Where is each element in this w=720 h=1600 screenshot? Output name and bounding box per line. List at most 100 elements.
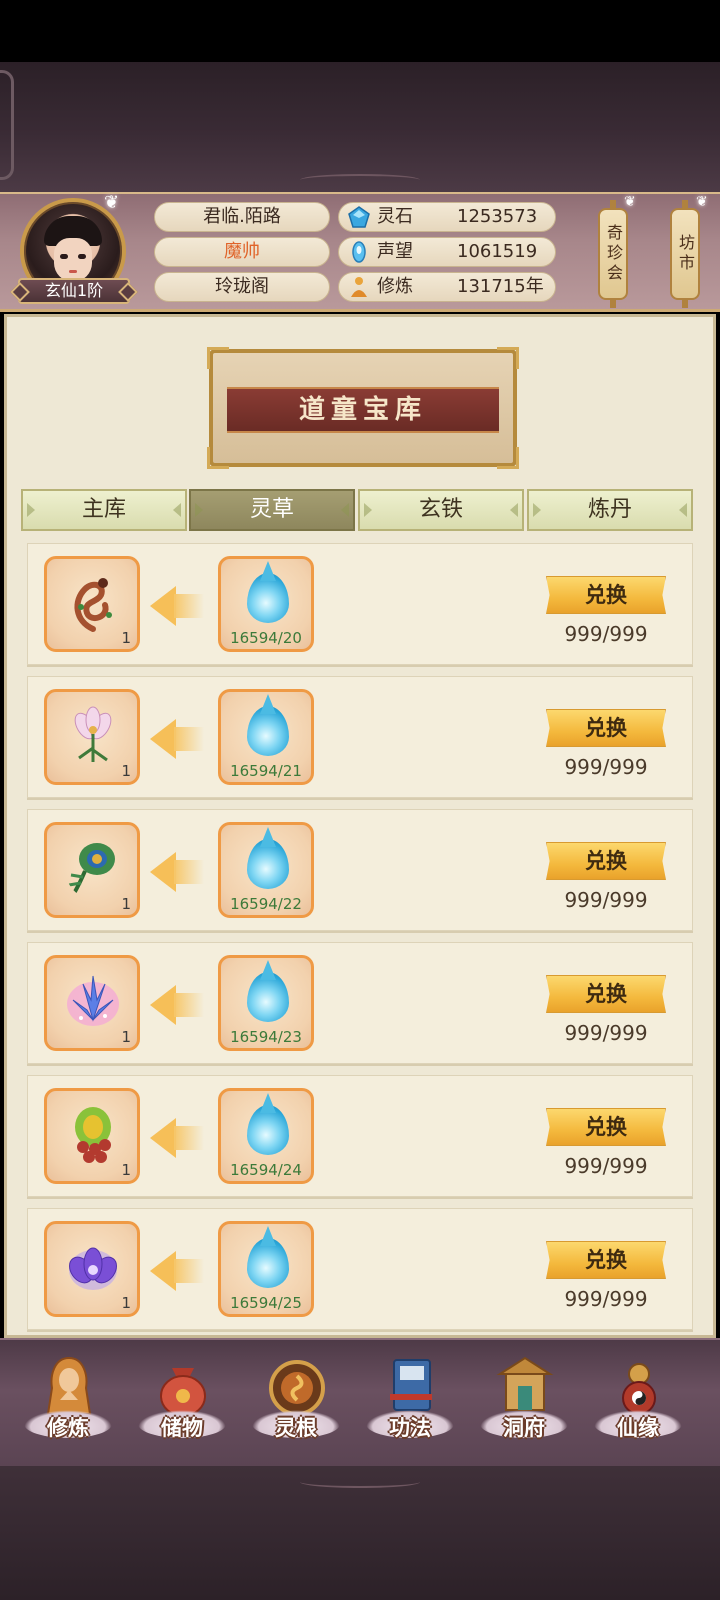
exchange-button[interactable]: 兑换 [546, 576, 666, 614]
player-name: 君临.陌路 [154, 202, 330, 232]
stock-count: 999/999 [564, 888, 648, 912]
tab-main[interactable]: 主库 [21, 489, 187, 531]
tab-alchemy[interactable]: 炼丹 [527, 489, 693, 531]
top-ornament [300, 174, 420, 186]
stock-count: 999/999 [564, 1287, 648, 1311]
nav-label: 洞府 [503, 1416, 545, 1440]
spirit-stone-icon [348, 206, 370, 228]
exchange-arrow-icon [150, 852, 206, 892]
spirit-dew-icon [247, 1105, 289, 1155]
plaque-corner [497, 447, 519, 469]
stock-count: 999/999 [564, 1021, 648, 1045]
cost-slot[interactable]: 16594/21 [218, 689, 314, 785]
nav-label: 储物 [161, 1416, 203, 1440]
tab-iron[interactable]: 玄铁 [358, 489, 524, 531]
plaque-corner [497, 347, 519, 369]
purple-lotus-icon [69, 1247, 117, 1290]
exchange-button[interactable]: 兑换 [546, 1241, 666, 1279]
stock-count: 999/999 [564, 755, 648, 779]
resource-value: 1061519 [457, 241, 538, 262]
reward-slot[interactable]: 1 [44, 1221, 140, 1317]
stock-count: 999/999 [564, 1154, 648, 1178]
peacock-feather-herb-icon [68, 843, 115, 897]
list-item: 1 16594/23 兑换 999/999 [27, 942, 693, 1064]
avatar-eye [78, 254, 86, 259]
exchange-arrow-icon [150, 719, 206, 759]
nav-label: 灵根 [275, 1416, 317, 1440]
market-button[interactable]: 坊市 [670, 200, 700, 308]
crystal-flower-icon [67, 975, 119, 1026]
list-item: 1 16594/21 兑换 999/999 [27, 676, 693, 798]
item-count: 1 [121, 1028, 131, 1046]
exchange-button[interactable]: 兑换 [546, 709, 666, 747]
cost-slot[interactable]: 16594/22 [218, 822, 314, 918]
cost-slot[interactable]: 16594/24 [218, 1088, 314, 1184]
item-count: 1 [121, 629, 131, 647]
panel-title: 道童宝库 [227, 387, 499, 433]
reward-slot[interactable]: 1 [44, 822, 140, 918]
cost-value: 16594/24 [230, 1161, 302, 1179]
item-list: 1 16594/20 兑换 999/999 1 16594/21 兑换 999/… [27, 543, 703, 1333]
resource-label: 声望 [377, 241, 413, 262]
bottom-nav: 修炼 储物 灵根 功法 洞府 仙缘 [0, 1338, 720, 1466]
rank-badge: 玄仙1阶 [18, 278, 130, 304]
cost-value: 16594/22 [230, 895, 302, 913]
nav-cultivate[interactable]: 修炼 [18, 1348, 118, 1460]
title-plaque: 道童宝库 [207, 347, 519, 469]
list-item: 1 16594/22 兑换 999/999 [27, 809, 693, 931]
exchange-button[interactable]: 兑换 [546, 1108, 666, 1146]
nav-label: 修炼 [47, 1416, 89, 1440]
treasure-fair-button[interactable]: 奇珍会 [598, 200, 628, 308]
dragon-herb-icon [74, 578, 112, 632]
cost-slot[interactable]: 16594/20 [218, 556, 314, 652]
butterfly-icon: ❦ [696, 194, 708, 210]
nav-storage[interactable]: 储物 [132, 1348, 232, 1460]
side-bracket [0, 70, 14, 180]
reward-slot[interactable]: 1 [44, 1088, 140, 1184]
cost-slot[interactable]: 16594/23 [218, 955, 314, 1051]
nav-techniques[interactable]: 功法 [360, 1348, 460, 1460]
nav-label: 功法 [389, 1416, 431, 1440]
resource-label: 修炼 [377, 276, 413, 297]
resource-reputation: 声望 1061519 [338, 237, 556, 267]
item-count: 1 [121, 1294, 131, 1312]
exchange-button[interactable]: 兑换 [546, 975, 666, 1013]
item-count: 1 [121, 1161, 131, 1179]
exchange-button[interactable]: 兑换 [546, 842, 666, 880]
lily-flower-icon [74, 706, 112, 762]
avatar-mouth [69, 270, 77, 273]
cost-value: 16594/21 [230, 762, 302, 780]
berry-cluster-icon [75, 1107, 111, 1163]
exchange-arrow-icon [150, 985, 206, 1025]
reward-slot[interactable]: 1 [44, 556, 140, 652]
avatar-eye [60, 254, 68, 259]
resource-label: 灵石 [377, 206, 413, 227]
app-root: ❦ 玄仙1阶 君临.陌路 魔帅 玲珑阁 灵石 1253573 声望 106151… [0, 0, 720, 1600]
reward-slot[interactable]: 1 [44, 955, 140, 1051]
cost-slot[interactable]: 16594/25 [218, 1221, 314, 1317]
exchange-arrow-icon [150, 586, 206, 626]
resource-value: 1253573 [457, 206, 538, 227]
spirit-dew-icon [247, 573, 289, 623]
nav-label: 仙缘 [617, 1416, 659, 1440]
treasury-panel: 道童宝库 主库 灵草 玄铁 炼丹 1 16594/20 兑换 999/999 1… [4, 314, 716, 1338]
spirit-dew-icon [247, 706, 289, 756]
cultivation-icon [351, 277, 367, 297]
player-title: 魔帅 [154, 237, 330, 267]
plaque-corner [207, 447, 229, 469]
reputation-icon [352, 241, 366, 263]
nav-destiny[interactable]: 仙缘 [588, 1348, 688, 1460]
nav-spirit-root[interactable]: 灵根 [246, 1348, 346, 1460]
status-bar [0, 0, 720, 62]
list-item: 1 16594/20 兑换 999/999 [27, 543, 693, 665]
butterfly-icon: ❦ [104, 192, 120, 213]
reward-slot[interactable]: 1 [44, 689, 140, 785]
resource-value: 131715年 [457, 276, 544, 297]
exchange-arrow-icon [150, 1251, 206, 1291]
tab-herbs[interactable]: 灵草 [189, 489, 355, 531]
top-decoration [0, 62, 720, 192]
plaque-corner [207, 347, 229, 369]
nav-cave-abode[interactable]: 洞府 [474, 1348, 574, 1460]
category-tabs: 主库 灵草 玄铁 炼丹 [21, 489, 711, 533]
stock-count: 999/999 [564, 622, 648, 646]
